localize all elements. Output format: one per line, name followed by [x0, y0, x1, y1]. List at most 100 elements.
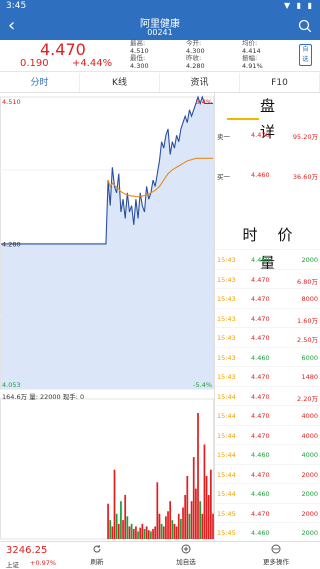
tick-time: 15:43 — [217, 275, 236, 284]
index-pct: +0.97% — [30, 559, 57, 567]
refresh-button[interactable]: 刷新 — [77, 544, 117, 568]
ask-price: 4.470 — [251, 131, 270, 139]
tick-volume: 8000 — [301, 295, 318, 303]
volume-bar — [122, 520, 124, 539]
tick-volume: 2000 — [301, 470, 318, 479]
volume-bar — [203, 444, 206, 539]
tick-price: 4.470 — [251, 392, 270, 401]
tick-volume: 2000 — [301, 509, 318, 518]
volume-bar — [197, 413, 199, 539]
volume-bar — [107, 503, 109, 539]
volume-bar — [109, 520, 112, 539]
more-actions-label: 更多操作 — [263, 558, 289, 566]
volume-bar — [205, 476, 208, 539]
volume-bar — [171, 520, 174, 539]
tick-price: 4.470 — [251, 509, 270, 518]
tick-time: 15:43 — [217, 353, 236, 362]
tick-time: 15:45 — [217, 509, 236, 518]
volume-bar — [186, 476, 189, 539]
tick-volume: 6000 — [301, 353, 318, 362]
bid-volume: 36.60万 — [292, 173, 318, 181]
tick-row: 15:44 4.460 4000 — [215, 444, 320, 464]
bid-row: 买一 4.460 36.60万 — [215, 165, 320, 185]
tick-row: 15:44 4.470 4000 — [215, 405, 320, 425]
tab-bar: 分时 K线 资讯 F10 — [0, 73, 320, 93]
tick-price: 4.470 — [251, 275, 270, 284]
volume-bar — [182, 507, 184, 539]
volume-bar — [207, 494, 210, 539]
tick-price: 4.470 — [251, 470, 270, 479]
volume-bar — [143, 528, 146, 539]
tick-row: 15:44 4.470 2.20万 — [215, 385, 320, 406]
detail-panel: 盘详 卖一 4.470 95.20万 买一 4.460 36.60万 时价量 1… — [214, 93, 320, 541]
bid-label: 买一 — [217, 173, 230, 181]
tick-time: 15:44 — [217, 392, 236, 401]
add-favorite-button[interactable]: 自选 — [299, 44, 312, 66]
tab-intraday[interactable]: 分时 — [0, 73, 80, 92]
index-name: 上证 — [6, 561, 19, 569]
stat-value: 4.280 — [186, 61, 205, 70]
tick-time: 15:44 — [217, 490, 236, 498]
tick-price: 4.470 — [251, 334, 270, 342]
tick-row: 15:43 4.470 6.80万 — [215, 268, 320, 289]
volume-value: 22000 — [39, 393, 61, 401]
volume-bar — [162, 526, 165, 539]
stat-open: 今开: 4.300 — [186, 39, 205, 55]
tick-price: 4.460 — [251, 529, 270, 537]
tick-time: 15:44 — [217, 431, 236, 440]
stock-code: 00241 — [147, 28, 173, 37]
volume-bar — [156, 482, 159, 539]
volume-label: 量: — [29, 393, 38, 401]
volume-bar — [150, 531, 152, 539]
tick-volume: 2000 — [301, 529, 318, 537]
price-change-pct: +4.44% — [72, 58, 113, 69]
tick-price: 4.460 — [251, 353, 270, 362]
volume-bar — [175, 526, 178, 539]
y-low-pct-label: -5.4% — [193, 381, 212, 389]
tick-list[interactable]: 15:43 4.460 2000 15:43 4.470 6.80万 15:43 4.470 8… — [215, 249, 320, 541]
tick-price: 4.460 — [251, 490, 270, 498]
volume-bar — [209, 469, 212, 539]
tick-volume: 1.60万 — [297, 316, 318, 325]
volume-bar — [135, 526, 137, 539]
tick-row: 15:45 4.460 2000 — [215, 522, 320, 541]
tick-row: 15:44 4.470 4000 — [215, 424, 320, 445]
tick-row: 15:44 4.470 2000 — [215, 463, 320, 484]
volume-bar — [165, 516, 167, 539]
add-watchlist-button[interactable]: 加自选 — [166, 544, 206, 568]
volume-bar — [132, 528, 135, 539]
volume-info: 164.6万 量: 22000 现手: 0 — [2, 391, 84, 401]
tick-volume: 6.80万 — [297, 277, 318, 286]
volume-bar — [177, 513, 180, 539]
tick-row: 15:45 4.470 2000 — [215, 502, 320, 523]
volume-bar — [120, 501, 122, 539]
volume-bar — [130, 523, 133, 539]
volume-bar — [190, 501, 193, 539]
volume-bar — [115, 513, 118, 539]
tick-price: 4.470 — [251, 431, 270, 440]
ask-row: 卖一 4.470 95.20万 — [215, 125, 320, 145]
status-time: 3:45 — [6, 1, 27, 11]
intraday-chart[interactable]: 4.510 5.4% 4.280 4.053 -5.4% 164.6万 量: 22000… — [0, 93, 214, 541]
search-icon[interactable] — [298, 19, 312, 33]
tab-news[interactable]: 资讯 — [160, 73, 240, 92]
tick-volume: 2.50万 — [297, 336, 318, 344]
tick-time: 15:43 — [217, 295, 236, 303]
volume-bar — [195, 488, 197, 539]
ticks-title: 时价量 — [242, 226, 313, 272]
panel-title-underline — [227, 118, 259, 120]
volume-bar — [152, 528, 154, 539]
index-value[interactable]: 3246.25 — [6, 545, 47, 556]
volume-bar — [111, 526, 114, 539]
tick-volume: 1480 — [301, 373, 318, 381]
stat-avg: 均价: 4.414 — [242, 39, 261, 55]
volume-bar — [160, 523, 163, 539]
volume-bar — [147, 530, 150, 539]
tab-f10[interactable]: F10 — [240, 73, 320, 92]
tick-volume: 4000 — [301, 451, 318, 459]
more-actions-button[interactable]: 更多操作 — [256, 544, 296, 568]
tab-kline[interactable]: K线 — [80, 73, 160, 92]
volume-bar — [145, 526, 148, 539]
volume-bar — [173, 523, 176, 539]
tick-price: 4.470 — [251, 373, 270, 381]
